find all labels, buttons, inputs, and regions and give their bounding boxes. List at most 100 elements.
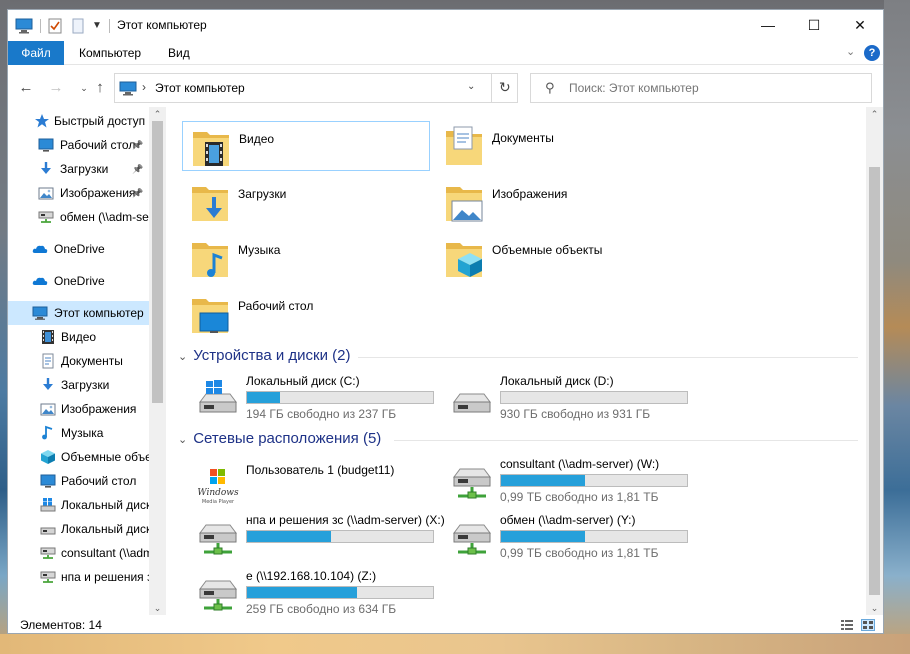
nav-item-15[interactable]: Локальный диск (C:): [8, 493, 150, 517]
item-count: Элементов: 14: [20, 618, 102, 632]
group-header-network[interactable]: ⌄ Сетевые расположения (5): [178, 430, 381, 447]
drive-tile[interactable]: consultant (\\adm-server) (W:) 0,99 ТБ св…: [450, 457, 700, 507]
large-icons-view-icon[interactable]: [861, 619, 875, 631]
chevron-down-icon: ⌄: [178, 351, 188, 363]
nav-item-label: Музыка: [61, 426, 104, 440]
window-title: Этот компьютер: [117, 18, 207, 32]
breadcrumb-separator[interactable]: ›: [142, 80, 146, 94]
nav-item-5[interactable]: OneDrive: [8, 237, 150, 261]
folder-tile[interactable]: Документы: [436, 121, 684, 171]
pictures-folder-icon: [444, 181, 484, 223]
drive-tile[interactable]: e (\\192.168.10.104) (Z:) 259 ГБ свободно…: [196, 569, 446, 615]
pin-icon: 📌: [132, 164, 144, 174]
explorer-window: ▼ Этот компьютер — ☐ ✕ Файл Компьютер Ви…: [7, 9, 884, 634]
folder-tile[interactable]: Изображения: [436, 177, 684, 227]
drive-free-space: 194 ГБ свободно из 237 ГБ: [246, 407, 397, 421]
scrollbar-thumb[interactable]: [152, 121, 163, 403]
nav-item-label: Этот компьютер: [54, 306, 144, 320]
drive-tile[interactable]: Windows Media Player Пользователь 1 (budg…: [196, 463, 446, 513]
folder-tile[interactable]: Музыка: [182, 233, 430, 283]
nav-item-3[interactable]: Изображения 📌: [8, 181, 150, 205]
nav-item-4[interactable]: обмен (\\adm-server) (Y:): [8, 205, 150, 229]
network-drive-icon: [196, 519, 240, 557]
computer-icon[interactable]: [15, 18, 33, 34]
scroll-up-arrow-icon[interactable]: ⌃: [149, 107, 166, 121]
nav-item-17[interactable]: consultant (\\adm-server) (W:): [8, 541, 150, 565]
search-box[interactable]: ⚲: [530, 73, 872, 103]
nav-item-14[interactable]: Рабочий стол: [8, 469, 150, 493]
drive-usage-bar: [246, 391, 434, 404]
details-view-icon[interactable]: [840, 619, 854, 631]
address-history-dropdown-icon[interactable]: ⌄: [467, 81, 475, 92]
nav-item-8[interactable]: Видео: [8, 325, 150, 349]
scrollbar-thumb[interactable]: [869, 167, 880, 595]
nav-item-2[interactable]: Загрузки 📌: [8, 157, 150, 181]
maximize-button[interactable]: ☐: [791, 10, 837, 41]
drive-free-space: 930 ГБ свободно из 931 ГБ: [500, 407, 651, 421]
nav-item-11[interactable]: Изображения: [8, 397, 150, 421]
new-folder-icon[interactable]: [72, 18, 84, 34]
desktop-icon: [40, 473, 56, 489]
up-arrow-icon[interactable]: ↑: [92, 80, 108, 96]
nav-item-13[interactable]: Объемные объекты: [8, 445, 150, 469]
properties-icon[interactable]: [48, 18, 62, 34]
tab-computer[interactable]: Компьютер: [67, 41, 153, 65]
tab-view[interactable]: Вид: [156, 41, 202, 65]
drive-tile[interactable]: нпа и решения зс (\\adm-server) (X:): [196, 513, 446, 563]
close-button[interactable]: ✕: [837, 10, 883, 41]
network-drive-icon: [40, 569, 56, 585]
3d-objects-folder-icon: [444, 237, 484, 279]
navigation-pane-scrollbar[interactable]: ⌃ ⌄: [149, 107, 166, 615]
drive-tile[interactable]: обмен (\\adm-server) (Y:) 0,99 ТБ свободн…: [450, 513, 700, 563]
back-arrow-icon[interactable]: ←: [18, 80, 34, 96]
forward-arrow-icon[interactable]: →: [48, 80, 64, 96]
tab-file[interactable]: Файл: [8, 41, 64, 65]
drive-tile[interactable]: Локальный диск (C:) 194 ГБ свободно из 23…: [196, 374, 446, 424]
video-icon: [40, 329, 56, 345]
drive-free-space: 0,99 ТБ свободно из 1,81 ТБ: [500, 546, 659, 560]
nav-item-10[interactable]: Загрузки: [8, 373, 150, 397]
nav-item-label: Рабочий стол: [61, 474, 137, 488]
scroll-down-arrow-icon[interactable]: ⌄: [149, 601, 166, 615]
nav-item-18[interactable]: нпа и решения зс (\\adm-server) (X:): [8, 565, 150, 589]
scroll-down-arrow-icon[interactable]: ⌄: [866, 601, 883, 615]
folder-tile[interactable]: Объемные объекты: [436, 233, 684, 283]
video-folder-icon: [191, 126, 231, 168]
nav-item-label: Быстрый доступ: [54, 114, 146, 128]
nav-item-16[interactable]: Локальный диск (D:): [8, 517, 150, 541]
music-icon: [40, 425, 56, 441]
content-scrollbar[interactable]: ⌃ ⌄: [866, 107, 883, 615]
folder-tile[interactable]: Рабочий стол: [182, 289, 430, 339]
nav-item-6[interactable]: OneDrive: [8, 269, 150, 293]
recent-locations-chevron-icon[interactable]: ⌄: [76, 80, 92, 96]
help-icon[interactable]: ?: [864, 45, 880, 61]
pictures-icon: [40, 401, 56, 417]
scroll-up-arrow-icon[interactable]: ⌃: [866, 107, 883, 121]
nav-item-label: OneDrive: [54, 274, 105, 288]
minimize-button[interactable]: —: [745, 10, 791, 41]
nav-item-7[interactable]: Этот компьютер: [8, 301, 150, 325]
title-bar: ▼ Этот компьютер — ☐ ✕: [8, 10, 883, 41]
nav-item-9[interactable]: Документы: [8, 349, 150, 373]
folder-tile[interactable]: Видео: [182, 121, 430, 171]
drive-usage-bar: [246, 586, 434, 599]
folder-tile[interactable]: Загрузки: [182, 177, 430, 227]
search-input[interactable]: [569, 80, 859, 96]
expand-ribbon-chevron-icon[interactable]: ⌄: [846, 45, 855, 58]
refresh-icon[interactable]: ↻: [499, 79, 511, 96]
breadcrumb-this-pc[interactable]: Этот компьютер: [155, 81, 245, 95]
address-bar[interactable]: › Этот компьютер ⌄ ↻: [114, 73, 518, 103]
nav-item-label: OneDrive: [54, 242, 105, 256]
drive-label: e (\\192.168.10.104) (Z:): [246, 569, 377, 583]
nav-item-0[interactable]: Быстрый доступ: [8, 109, 150, 133]
group-header-devices[interactable]: ⌄ Устройства и диски (2): [178, 347, 350, 364]
folder-label: Документы: [492, 131, 554, 145]
navigation-pane: Быстрый доступ Рабочий стол 📌 Загрузки 📌 Изоб…: [8, 107, 166, 615]
customize-quick-access-dropdown[interactable]: ▼: [92, 18, 102, 34]
nav-item-1[interactable]: Рабочий стол 📌: [8, 133, 150, 157]
network-drive-icon: [450, 463, 494, 501]
drive-usage-bar: [500, 474, 688, 487]
nav-item-label: Рабочий стол: [60, 138, 136, 152]
drive-tile[interactable]: Локальный диск (D:) 930 ГБ свободно из 93…: [450, 374, 700, 424]
nav-item-12[interactable]: Музыка: [8, 421, 150, 445]
